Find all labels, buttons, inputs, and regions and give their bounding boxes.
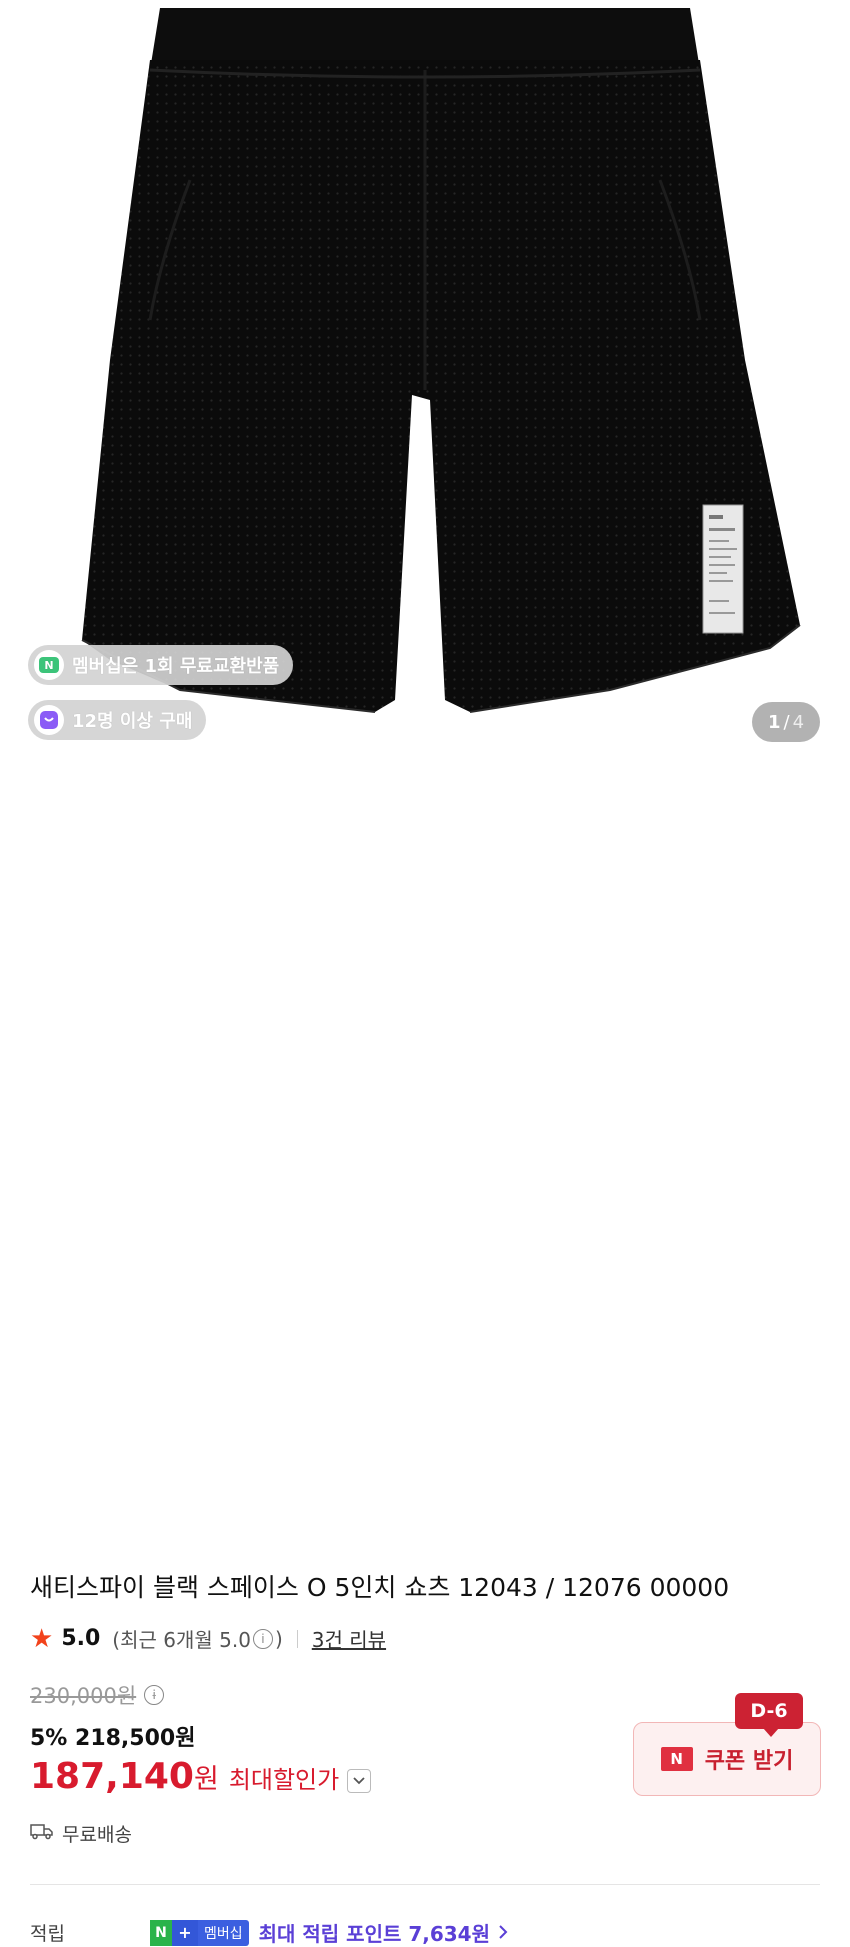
truck-icon bbox=[30, 1822, 54, 1845]
chevron-right-icon[interactable] bbox=[498, 1921, 508, 1945]
svg-text:N: N bbox=[44, 659, 53, 672]
shopping-bag-icon bbox=[34, 705, 64, 735]
image-counter-current: 1 bbox=[767, 711, 781, 733]
membership-badge: 멤버십 bbox=[198, 1919, 249, 1946]
max-discount-unit: 원 bbox=[193, 1764, 219, 1795]
points-label: 적립 bbox=[30, 1923, 65, 1945]
image-counter-total: 4 bbox=[792, 711, 805, 733]
coupon-dday-badge: D-6 bbox=[735, 1693, 803, 1737]
image-counter: 1 / 4 bbox=[752, 702, 820, 742]
chevron-down-icon[interactable] bbox=[347, 1769, 372, 1793]
garment-label-tag bbox=[702, 504, 744, 634]
review-count-link[interactable]: 3건 리뷰 bbox=[312, 1624, 386, 1653]
plus-badge: + bbox=[172, 1919, 198, 1946]
max-discount-price: 187,140 bbox=[30, 1756, 194, 1797]
product-image-gallery[interactable]: N 멤버십은 1회 무료교환반품 12명 이상 구매 1 / 4 bbox=[0, 0, 850, 760]
naver-n-badge: N bbox=[150, 1919, 172, 1946]
info-icon[interactable]: i bbox=[252, 1628, 273, 1649]
purchase-count-label: 12명 이상 구매 bbox=[72, 711, 193, 732]
naver-plus-membership-badge: N + 멤버십 bbox=[150, 1919, 249, 1946]
recent-rating-close: ) bbox=[274, 1626, 283, 1651]
points-row[interactable]: 적립 N + 멤버십 최대 적립 포인트 7,634원 bbox=[30, 1918, 820, 1947]
membership-free-return-badge: N 멤버십은 1회 무료교환반품 bbox=[28, 645, 294, 685]
section-divider bbox=[30, 1884, 820, 1885]
original-price-row: 230,000원 i bbox=[30, 1680, 166, 1710]
shipping-row: 무료배송 bbox=[30, 1820, 132, 1847]
image-counter-separator: / bbox=[783, 711, 790, 733]
naver-n-icon: N bbox=[660, 1747, 693, 1771]
purchase-count-badge: 12명 이상 구매 bbox=[28, 700, 207, 740]
max-discount-price-row: 187,140 원 최대할인가 bbox=[30, 1756, 372, 1797]
product-title: 새티스파이 블랙 스페이스 O 5인치 쇼츠 12043 / 12076 000… bbox=[30, 1573, 730, 1602]
membership-badge-label: 멤버십은 1회 무료교환반품 bbox=[72, 656, 280, 677]
star-icon: ★ bbox=[30, 1623, 54, 1654]
max-discount-label: 최대할인가 bbox=[228, 1766, 340, 1794]
discount-price: 5% 218,500원 bbox=[30, 1726, 196, 1751]
info-icon[interactable]: i bbox=[144, 1685, 165, 1705]
recent-rating: (최근 6개월 5.0 bbox=[112, 1628, 251, 1652]
membership-n-icon: N bbox=[34, 650, 64, 680]
rating-row: ★ 5.0 (최근 6개월 5.0 i ) 3건 리뷰 bbox=[30, 1624, 386, 1653]
rating-score: 5.0 bbox=[61, 1626, 101, 1651]
coupon-label: 쿠폰 받기 bbox=[704, 1749, 794, 1774]
shipping-label: 무료배송 bbox=[62, 1824, 132, 1846]
original-price: 230,000원 bbox=[30, 1684, 137, 1708]
max-points-text[interactable]: 최대 적립 포인트 7,634원 bbox=[259, 1918, 490, 1947]
coupon-download-button[interactable]: N 쿠폰 받기 bbox=[633, 1722, 821, 1796]
divider bbox=[296, 1629, 298, 1648]
